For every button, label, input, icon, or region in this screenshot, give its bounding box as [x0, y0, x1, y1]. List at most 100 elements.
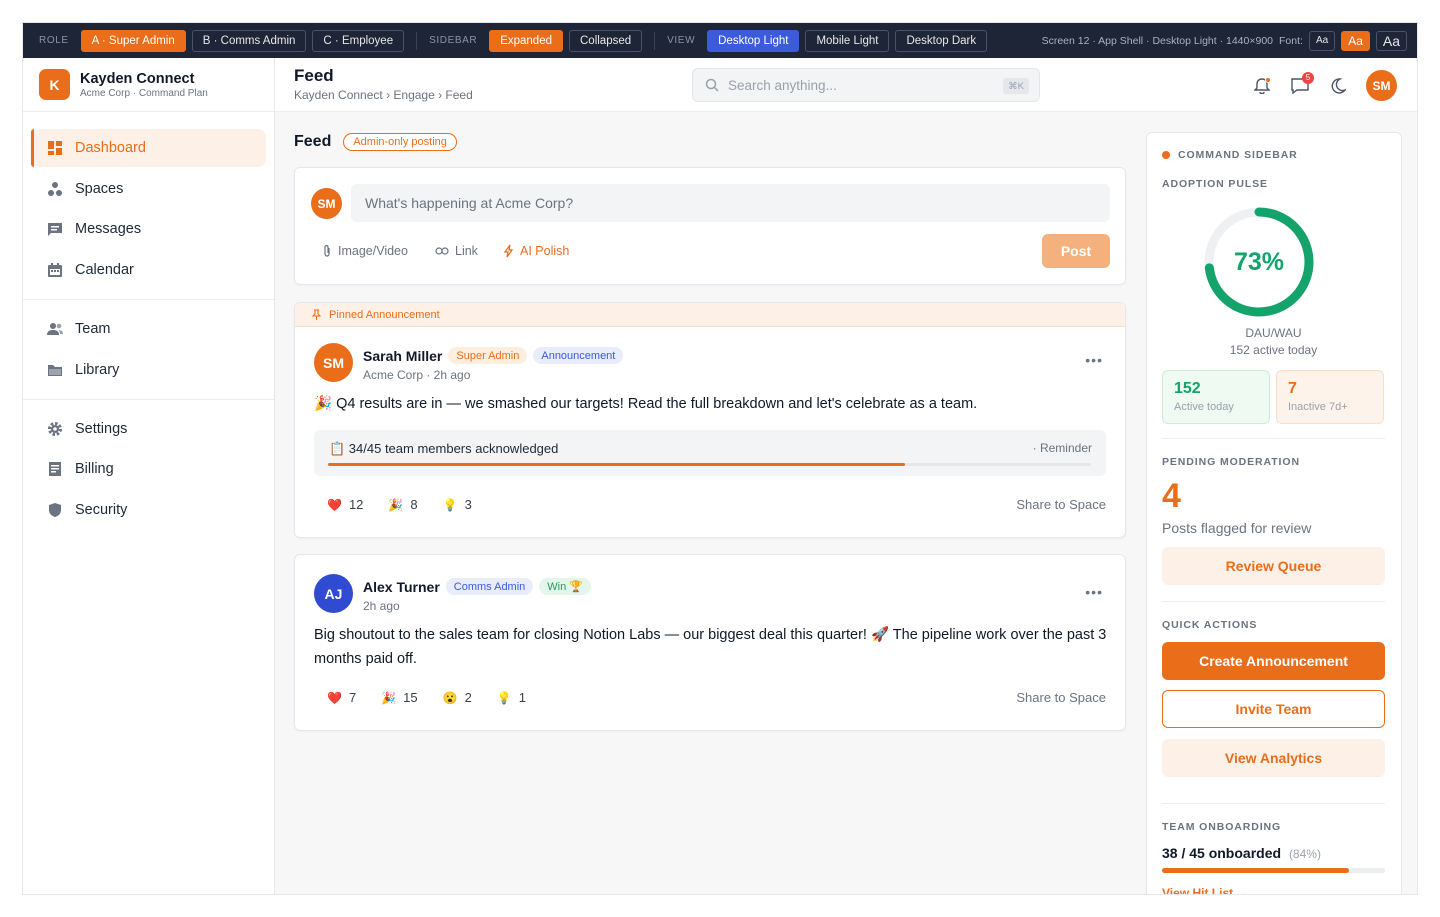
avatar[interactable]: SM	[1366, 70, 1397, 101]
reaction-party[interactable]: 🎉 15	[381, 690, 417, 705]
ai-polish-button[interactable]: AI Polish	[504, 244, 569, 258]
reminder-link[interactable]: · Reminder	[1033, 441, 1092, 455]
reaction-heart[interactable]: ❤️ 12	[327, 497, 363, 512]
search-input[interactable]: Search anything... ⌘K	[692, 68, 1040, 102]
view-desktop-light-button[interactable]: Desktop Light	[707, 29, 800, 52]
pin-icon	[312, 309, 321, 320]
shield-icon	[47, 502, 63, 518]
reaction-party[interactable]: 🎉 8	[388, 497, 417, 512]
sidebar-item-billing[interactable]: Billing	[31, 450, 266, 488]
moon-icon[interactable]	[1328, 76, 1348, 96]
sidebar-item-messages[interactable]: Messages	[31, 210, 266, 248]
author-avatar[interactable]: AJ	[314, 574, 353, 613]
sidebar-item-security[interactable]: Security	[31, 491, 266, 529]
divider	[416, 31, 418, 50]
reaction-bulb[interactable]: 💡 1	[497, 690, 526, 705]
adoption-title: ADOPTION PULSE	[1162, 178, 1268, 190]
author-name[interactable]: Sarah Miller	[363, 348, 442, 364]
more-options-icon[interactable]: •••	[1085, 584, 1103, 600]
more-options-icon[interactable]: •••	[1085, 352, 1103, 368]
sidebar-item-label: Team	[75, 321, 111, 338]
sidebar-item-label: Library	[75, 361, 120, 378]
sidebar-item-spaces[interactable]: Spaces	[31, 170, 266, 208]
sidebar: K Kayden Connect Acme Corp · Command Pla…	[23, 58, 275, 894]
billing-icon	[47, 461, 63, 477]
view-desktop-dark-button[interactable]: Desktop Dark	[895, 29, 988, 52]
post-meta: 2h ago	[363, 599, 400, 613]
reactions: ❤️ 12 🎉 8 💡 3	[327, 497, 497, 512]
acknowledgement-tracker: 📋 34/45 team members acknowledged · Remi…	[314, 430, 1106, 476]
role-comms-admin-button[interactable]: B · Comms Admin	[191, 29, 307, 52]
divider	[1162, 601, 1385, 602]
onboarding-summary: 38 / 45 onboarded (84%)	[1162, 845, 1385, 861]
team-icon	[47, 321, 63, 337]
font-size-medium-button[interactable]: Aa	[1341, 30, 1370, 51]
messages-icon[interactable]: 5	[1290, 71, 1314, 96]
invite-team-button[interactable]: Invite Team	[1162, 690, 1385, 728]
sidebar-collapsed-button[interactable]: Collapsed	[569, 29, 643, 52]
active-today-stat: 152 Active today	[1162, 370, 1270, 424]
author-name[interactable]: Alex Turner	[363, 579, 440, 595]
post-type-badge: Win 🏆	[539, 578, 591, 595]
status-dot	[1162, 151, 1170, 159]
onboarding-percent: (84%)	[1288, 847, 1321, 861]
post-type-badge: Announcement	[533, 347, 624, 364]
role-employee-button[interactable]: C · Employee	[312, 29, 405, 52]
acknowledgement-progress	[328, 463, 1091, 466]
create-announcement-button[interactable]: Create Announcement	[1162, 642, 1385, 680]
reaction-wow[interactable]: 😮 2	[443, 690, 472, 705]
sidebar-item-dashboard[interactable]: Dashboard	[31, 129, 266, 167]
moderation-title: PENDING MODERATION	[1162, 456, 1300, 468]
active-today-subtitle: 152 active today	[1229, 343, 1318, 357]
link-label: Link	[455, 244, 478, 258]
reaction-count: 1	[518, 690, 526, 705]
brand[interactable]: K Kayden Connect Acme Corp · Command Pla…	[23, 58, 274, 112]
pinned-label: Pinned Announcement	[329, 308, 440, 321]
active-label: Active today	[1174, 401, 1234, 413]
view-analytics-button[interactable]: View Analytics	[1162, 739, 1385, 777]
sidebar-expanded-button[interactable]: Expanded	[489, 29, 563, 52]
lightbulb-icon: 💡	[496, 690, 512, 705]
view-mobile-light-button[interactable]: Mobile Light	[805, 29, 890, 52]
lightning-icon	[504, 244, 514, 258]
font-size-small-button[interactable]: Aa	[1308, 30, 1336, 51]
sidebar-item-label: Spaces	[75, 180, 124, 197]
sidebar-item-calendar[interactable]: Calendar	[31, 251, 266, 289]
sidebar-item-label: Billing	[75, 461, 114, 478]
composer-placeholder: What's happening at Acme Corp?	[365, 195, 574, 211]
reaction-bulb[interactable]: 💡 3	[443, 497, 472, 512]
share-to-space-button[interactable]: Share to Space	[1016, 690, 1106, 705]
reaction-count: 7	[348, 690, 357, 705]
sidebar-item-settings[interactable]: Settings	[31, 410, 266, 448]
command-sidebar: COMMAND SIDEBAR ADOPTION PULSE 73% DAU/W…	[1146, 132, 1402, 894]
onboarding-progress	[1162, 868, 1385, 873]
role-badge: Comms Admin	[445, 578, 534, 595]
review-queue-button[interactable]: Review Queue	[1162, 547, 1385, 585]
view-hit-list-link[interactable]: View Hit List →	[1162, 886, 1385, 894]
share-to-space-button[interactable]: Share to Space	[1016, 497, 1106, 512]
bell-icon[interactable]	[1252, 76, 1272, 96]
feed-title: Feed	[294, 133, 332, 150]
reaction-count: 15	[403, 690, 418, 705]
gear-icon	[47, 421, 63, 437]
sidebar-item-team[interactable]: Team	[31, 310, 266, 348]
sidebar-item-library[interactable]: Library	[31, 351, 266, 389]
folder-icon	[47, 362, 63, 378]
feed-main: Feed Admin-only posting SM What's happen…	[275, 112, 1145, 894]
role-label: ROLE	[39, 35, 69, 46]
breadcrumb: Kayden Connect › Engage › Feed	[294, 88, 473, 102]
link-icon	[435, 246, 449, 256]
reaction-heart[interactable]: ❤️ 7	[327, 690, 356, 705]
role-super-admin-button[interactable]: A · Super Admin	[80, 29, 186, 52]
progress-fill	[328, 463, 905, 466]
composer-input[interactable]: What's happening at Acme Corp?	[351, 184, 1110, 222]
author-avatar[interactable]: SM	[314, 343, 353, 382]
attach-link-button[interactable]: Link	[435, 244, 478, 258]
font-size-large-button[interactable]: Aa	[1375, 30, 1407, 51]
brand-name: Kayden Connect	[80, 70, 195, 87]
divider	[23, 299, 274, 301]
attach-image-video-button[interactable]: Image/Video	[322, 244, 408, 258]
heart-icon: ❤️	[327, 497, 342, 512]
post-button[interactable]: Post	[1042, 234, 1110, 268]
acknowledgement-text: 📋 34/45 team members acknowledged	[329, 441, 559, 456]
